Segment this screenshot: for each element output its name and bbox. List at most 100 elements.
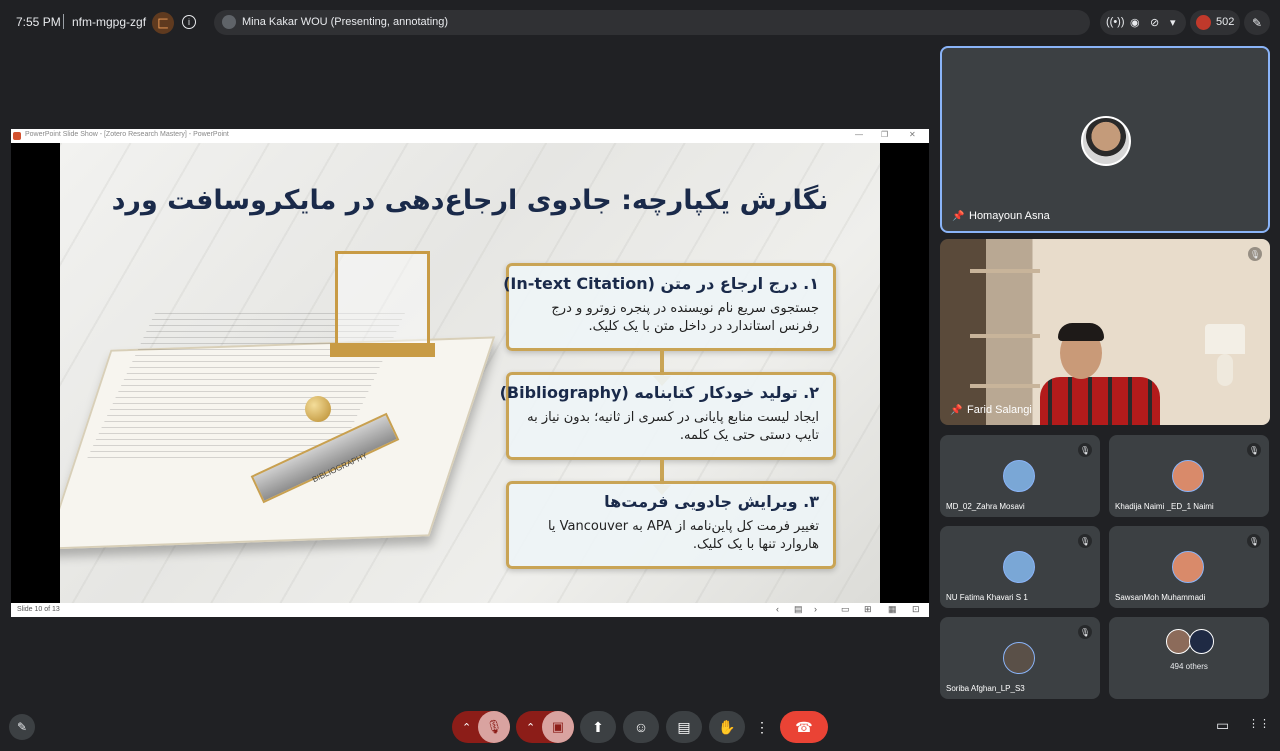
presenter-avatar	[222, 15, 236, 29]
avatar	[1003, 460, 1035, 492]
broadcast-icon[interactable]: ((•))	[1106, 16, 1125, 28]
meeting-code: nfm-mgpg-zgf	[72, 15, 147, 29]
top-bar: 7:55 PM nfm-mgpg-zgf 匚 i Mina Kakar WOU …	[0, 0, 1280, 44]
bookshelf	[970, 384, 1040, 388]
mic-off-button[interactable]: 🎙	[478, 711, 510, 743]
avatar	[1003, 551, 1035, 583]
participant-tile[interactable]: 🎙 Khadija Naimi _ED_1 Naimi	[1109, 435, 1269, 517]
chevron-up-icon[interactable]: ⌃	[462, 721, 471, 734]
annotation-off-icon[interactable]: ✎	[9, 714, 35, 740]
previous-slide-icon[interactable]: ‹	[776, 604, 779, 614]
pin-icon[interactable]: 📌	[950, 405, 962, 416]
end-call-button[interactable]: ☎	[780, 711, 828, 743]
mic-off-icon: 🎙	[1247, 443, 1261, 457]
others-tile[interactable]: 494 others	[1109, 617, 1269, 699]
divider	[63, 14, 64, 29]
chevron-up-icon[interactable]: ⌃	[526, 721, 535, 734]
mic-off-icon: 🎙	[1078, 534, 1092, 548]
participant-tile-speaker[interactable]: 📌 Homayoun Asna	[940, 46, 1270, 233]
participant-tile[interactable]: 🎙 MD_02_Zahra Mosavi	[940, 435, 1100, 517]
avatar	[1172, 551, 1204, 583]
emoji-button[interactable]: ☺	[623, 711, 659, 743]
mic-off-icon: 🎙	[1078, 443, 1092, 457]
meeting-tools: ((•)) ◉ ⊘ ▾	[1100, 10, 1186, 35]
captions-button[interactable]: ▤	[666, 711, 702, 743]
step-title: ۲. تولید خودکار کتابنامه (Bibliography)	[499, 383, 819, 402]
participant-name: NU Fatima Khavari S 1	[946, 593, 1028, 602]
step-title: ۱. درج ارجاع در متن (In-text Citation)	[503, 274, 819, 293]
host-controls-icon[interactable]: 匚	[152, 12, 174, 34]
participant-name: Farid Salangi	[967, 404, 1032, 416]
pin-icon[interactable]: 📌	[952, 211, 964, 222]
eye-icon[interactable]: ◉	[1130, 16, 1140, 29]
window-title: PowerPoint Slide Show - [Zotero Research…	[25, 131, 229, 138]
slide: نگارش یکپارچه: جادوی ارجاع‌دهی در مایکرو…	[60, 143, 880, 603]
mic-off-icon: 🎙	[1247, 534, 1261, 548]
restore-icon: ❐	[881, 130, 889, 139]
step-body: جستجوی سریع نام نویسنده در پنجره زوترو و…	[551, 301, 819, 335]
presenter-banner[interactable]: Mina Kakar WOU (Presenting, annotating)	[214, 10, 1090, 35]
video-control-group: ⌃ ▣	[516, 711, 574, 743]
shared-screen: PowerPoint Slide Show - [Zotero Research…	[11, 129, 929, 617]
activities-icon[interactable]: ⋮⋮	[1248, 717, 1270, 730]
camera-off-button[interactable]: ▣	[542, 711, 574, 743]
minimize-icon: —	[855, 130, 863, 139]
powerpoint-logo-icon	[13, 132, 21, 140]
glass-card-box-illustration	[335, 251, 430, 346]
present-button[interactable]: ⬆	[580, 711, 616, 743]
normal-view-icon[interactable]: ▭	[841, 604, 850, 615]
glass-box-base	[330, 343, 435, 357]
reading-view-icon[interactable]: ▦	[888, 604, 897, 615]
step-body: ایجاد لیست منابع پایانی در کسری از ثانیه…	[527, 410, 819, 444]
mic-off-icon: 🎙	[1078, 625, 1092, 639]
lamp-shade	[1205, 324, 1245, 354]
participant-name: Khadija Naimi _ED_1 Naimi	[1115, 502, 1214, 511]
people-button[interactable]: 502	[1190, 10, 1240, 35]
avatar	[1166, 629, 1191, 654]
avatar	[1196, 15, 1211, 30]
lamp-base	[1217, 354, 1233, 386]
chat-icon[interactable]: ▭	[1216, 717, 1229, 734]
avatar	[1081, 116, 1131, 166]
step-card-3: ۳. ویرایش جادویی فرمت‌ها تغییر فرمت کل پ…	[506, 481, 836, 569]
powerpoint-titlebar: PowerPoint Slide Show - [Zotero Research…	[11, 129, 929, 143]
step-body: تغییر فرمت کل پاین‌نامه از APA به Vancou…	[547, 519, 819, 553]
bookshelf	[970, 269, 1040, 273]
others-count: 494 others	[1170, 662, 1208, 671]
call-controls-bar: ✎ ⌃ 🎙 ⌃ ▣ ⬆ ☺ ▤ ✋ ⋮ ☎ ▭ ⋮⋮	[0, 700, 1280, 751]
participant-name: SawsanMoh Muhammadi	[1115, 593, 1206, 602]
info-icon[interactable]: i	[182, 15, 196, 29]
step-card-1: ۱. درج ارجاع در متن (In-text Citation) ج…	[503, 263, 836, 351]
person-shirt	[1040, 377, 1160, 425]
slide-sorter-icon[interactable]: ⊞	[864, 604, 872, 615]
chevron-down-icon[interactable]: ▾	[1170, 16, 1176, 29]
participant-tile-video[interactable]: 🎙 📌 Farid Salangi	[940, 239, 1270, 425]
step-card-2: ۲. تولید خودکار کتابنامه (Bibliography) …	[500, 372, 836, 460]
slideshow-status-bar: Slide 10 of 13 ‹ ▤ › ▭ ⊞ ▦ ⊡	[11, 603, 929, 617]
more-options-button[interactable]: ⋮	[752, 711, 772, 743]
step-title: ۳. ویرایش جادویی فرمت‌ها	[604, 492, 819, 511]
next-slide-icon[interactable]: ›	[814, 604, 817, 614]
notes-icon[interactable]: ▤	[794, 604, 803, 615]
participant-tile[interactable]: 🎙 SawsanMoh Muhammadi	[1109, 526, 1269, 608]
participant-tile[interactable]: 🎙 Soriba Afghan_LP_S3	[940, 617, 1100, 699]
stamp-knob	[305, 396, 331, 422]
audio-control-group: ⌃ 🎙	[452, 711, 510, 743]
annotate-pen-icon[interactable]: ✎	[1244, 10, 1270, 35]
slideshow-icon[interactable]: ⊡	[912, 604, 920, 615]
participant-tile[interactable]: 🎙 NU Fatima Khavari S 1	[940, 526, 1100, 608]
avatar	[1172, 460, 1204, 492]
clock: 7:55 PM	[16, 15, 61, 29]
participant-count: 502	[1216, 16, 1235, 28]
slide-counter: Slide 10 of 13	[17, 606, 60, 613]
avatar	[1189, 629, 1214, 654]
participant-name: MD_02_Zahra Mosavi	[946, 502, 1025, 511]
close-icon: ✕	[909, 130, 916, 139]
avatar	[1003, 642, 1035, 674]
mic-off-icon: 🎙	[1248, 247, 1262, 261]
participant-name: Homayoun Asna	[969, 210, 1050, 222]
participant-name: Soriba Afghan_LP_S3	[946, 684, 1025, 693]
raise-hand-button[interactable]: ✋	[709, 711, 745, 743]
captions-off-icon[interactable]: ⊘	[1150, 16, 1159, 29]
slide-heading: نگارش یکپارچه: جادوی ارجاع‌دهی در مایکرو…	[111, 185, 829, 216]
